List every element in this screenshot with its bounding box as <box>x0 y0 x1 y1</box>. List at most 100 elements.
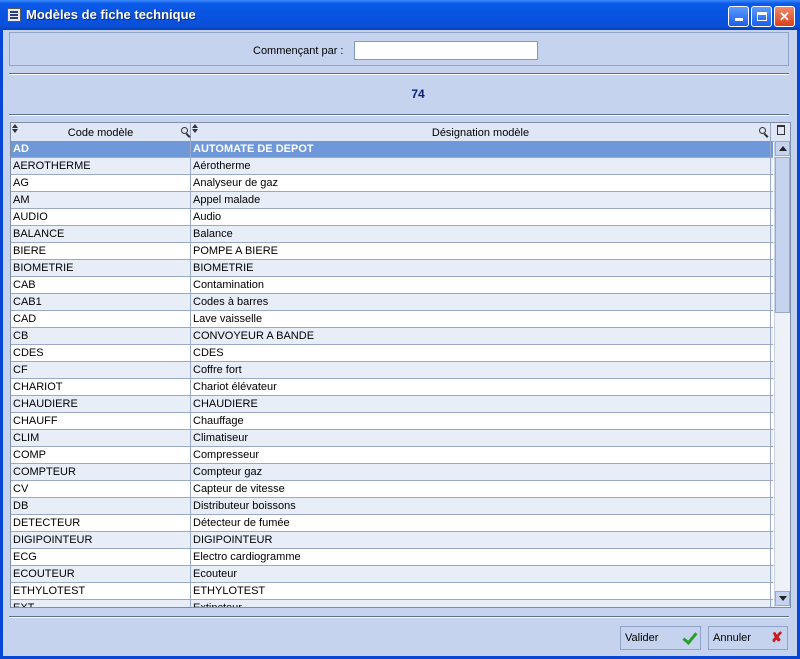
search-icon[interactable] <box>181 127 188 134</box>
column-header-label: Code modèle <box>67 127 134 139</box>
cell-code: CLIM <box>11 430 191 446</box>
cell-designation: POMPE A BIERE <box>191 243 771 259</box>
maximize-button[interactable] <box>751 6 772 27</box>
column-header-label: Désignation modèle <box>431 127 530 139</box>
cell-code: CB <box>11 328 191 344</box>
table-row[interactable]: ECG Electro cardiogramme <box>11 549 773 566</box>
cell-designation: Codes à barres <box>191 294 771 310</box>
cell-code: CAD <box>11 311 191 327</box>
table-row[interactable]: AUDIO Audio <box>11 209 773 226</box>
search-icon[interactable] <box>759 127 766 134</box>
table-row[interactable]: CHAUFF Chauffage <box>11 413 773 430</box>
table-row[interactable]: AEROTHERME Aérotherme <box>11 158 773 175</box>
table-row[interactable]: CAB1 Codes à barres <box>11 294 773 311</box>
cell-code: DIGIPOINTEUR <box>11 532 191 548</box>
cell-designation: Capteur de vitesse <box>191 481 771 497</box>
cell-designation: Balance <box>191 226 771 242</box>
cell-designation: Audio <box>191 209 771 225</box>
cell-code: AM <box>11 192 191 208</box>
validate-label: Valider <box>625 632 659 644</box>
scroll-down-button[interactable] <box>775 591 790 606</box>
cell-code: BIOMETRIE <box>11 260 191 276</box>
divider-bottom <box>9 616 789 618</box>
cell-designation: Compteur gaz <box>191 464 771 480</box>
models-table: Code modèle Désignation modèle AD AUTOMAT… <box>10 122 791 608</box>
cell-designation: CONVOYEUR A BANDE <box>191 328 771 344</box>
sort-icon[interactable] <box>12 124 18 134</box>
cell-code: CF <box>11 362 191 378</box>
cell-code: BALANCE <box>11 226 191 242</box>
table-row[interactable]: CHAUDIERE CHAUDIERE <box>11 396 773 413</box>
cell-designation: Distributeur boissons <box>191 498 771 514</box>
table-row[interactable]: DETECTEUR Détecteur de fumée <box>11 515 773 532</box>
table-row[interactable]: ECOUTEUR Ecouteur <box>11 566 773 583</box>
cell-designation: Contamination <box>191 277 771 293</box>
cell-designation: Chariot élévateur <box>191 379 771 395</box>
dialog-body: Commençant par : 74 Code modèle Désignat… <box>3 30 797 656</box>
table-row[interactable]: EXTExtincteur <box>11 600 773 607</box>
table-row[interactable]: DB Distributeur boissons <box>11 498 773 515</box>
table-row[interactable]: AD AUTOMATE DE DEPOT <box>11 141 773 158</box>
close-button[interactable]: ✕ <box>774 6 795 27</box>
minimize-icon <box>734 18 743 21</box>
dialog-window: Modèles de fiche technique ✕ Commençant … <box>0 0 800 659</box>
minimize-button[interactable] <box>728 6 749 27</box>
table-row[interactable]: COMPTEUR Compteur gaz <box>11 464 773 481</box>
table-row[interactable]: BIERE POMPE A BIERE <box>11 243 773 260</box>
trash-icon[interactable] <box>777 125 785 135</box>
table-row[interactable]: BIOMETRIE BIOMETRIE <box>11 260 773 277</box>
cell-code: CHARIOT <box>11 379 191 395</box>
record-count: 74 <box>411 87 425 101</box>
column-header-code[interactable]: Code modèle <box>11 123 191 141</box>
cell-code: CHAUFF <box>11 413 191 429</box>
cell-code: CHAUDIERE <box>11 396 191 412</box>
app-icon <box>7 8 21 22</box>
cell-designation: Analyseur de gaz <box>191 175 771 191</box>
cell-designation: CDES <box>191 345 771 361</box>
divider-middle <box>9 114 789 116</box>
table-row[interactable]: CV Capteur de vitesse <box>11 481 773 498</box>
maximize-icon <box>756 12 767 21</box>
sort-icon[interactable] <box>192 124 198 134</box>
cell-code: CV <box>11 481 191 497</box>
table-row[interactable]: AG Analyseur de gaz <box>11 175 773 192</box>
table-row[interactable]: BALANCE Balance <box>11 226 773 243</box>
table-row[interactable]: ETHYLOTEST ETHYLOTEST <box>11 583 773 600</box>
cell-designation: Compresseur <box>191 447 771 463</box>
cell-code: AD <box>11 141 191 157</box>
validate-button[interactable]: Valider <box>620 626 701 650</box>
vertical-scrollbar[interactable] <box>774 141 790 607</box>
table-row[interactable]: CAD Lave vaisselle <box>11 311 773 328</box>
cell-code: AUDIO <box>11 209 191 225</box>
cell-code: BIERE <box>11 243 191 259</box>
cell-designation: Chauffage <box>191 413 771 429</box>
cell-designation: ETHYLOTEST <box>191 583 771 599</box>
cell-code: COMPTEUR <box>11 464 191 480</box>
column-header-designation[interactable]: Désignation modèle <box>191 123 771 141</box>
table-row[interactable]: COMP Compresseur <box>11 447 773 464</box>
divider-top <box>9 73 789 75</box>
scroll-up-button[interactable] <box>775 141 790 156</box>
cell-designation: Electro cardiogramme <box>191 549 771 565</box>
cell-code: AEROTHERME <box>11 158 191 174</box>
table-row[interactable]: CB CONVOYEUR A BANDE <box>11 328 773 345</box>
table-header: Code modèle Désignation modèle <box>11 123 790 142</box>
table-row[interactable]: DIGIPOINTEUR DIGIPOINTEUR <box>11 532 773 549</box>
scroll-thumb[interactable] <box>775 157 790 313</box>
table-row[interactable]: CHARIOT Chariot élévateur <box>11 379 773 396</box>
table-row[interactable]: AM Appel malade <box>11 192 773 209</box>
table-row[interactable]: CDES CDES <box>11 345 773 362</box>
search-panel: Commençant par : <box>9 32 789 66</box>
table-row[interactable]: CLIM Climatiseur <box>11 430 773 447</box>
cell-designation: AUTOMATE DE DEPOT <box>191 141 771 157</box>
cancel-button[interactable]: Annuler ✘ <box>708 626 788 650</box>
cell-designation: Lave vaisselle <box>191 311 771 327</box>
table-row[interactable]: CF Coffre fort <box>11 362 773 379</box>
cell-code: ECG <box>11 549 191 565</box>
title-bar[interactable]: Modèles de fiche technique ✕ <box>0 0 800 30</box>
cell-designation: BIOMETRIE <box>191 260 771 276</box>
search-input[interactable] <box>354 41 538 60</box>
table-row[interactable]: CAB Contamination <box>11 277 773 294</box>
cell-designation: Coffre fort <box>191 362 771 378</box>
cell-code: ECOUTEUR <box>11 566 191 582</box>
